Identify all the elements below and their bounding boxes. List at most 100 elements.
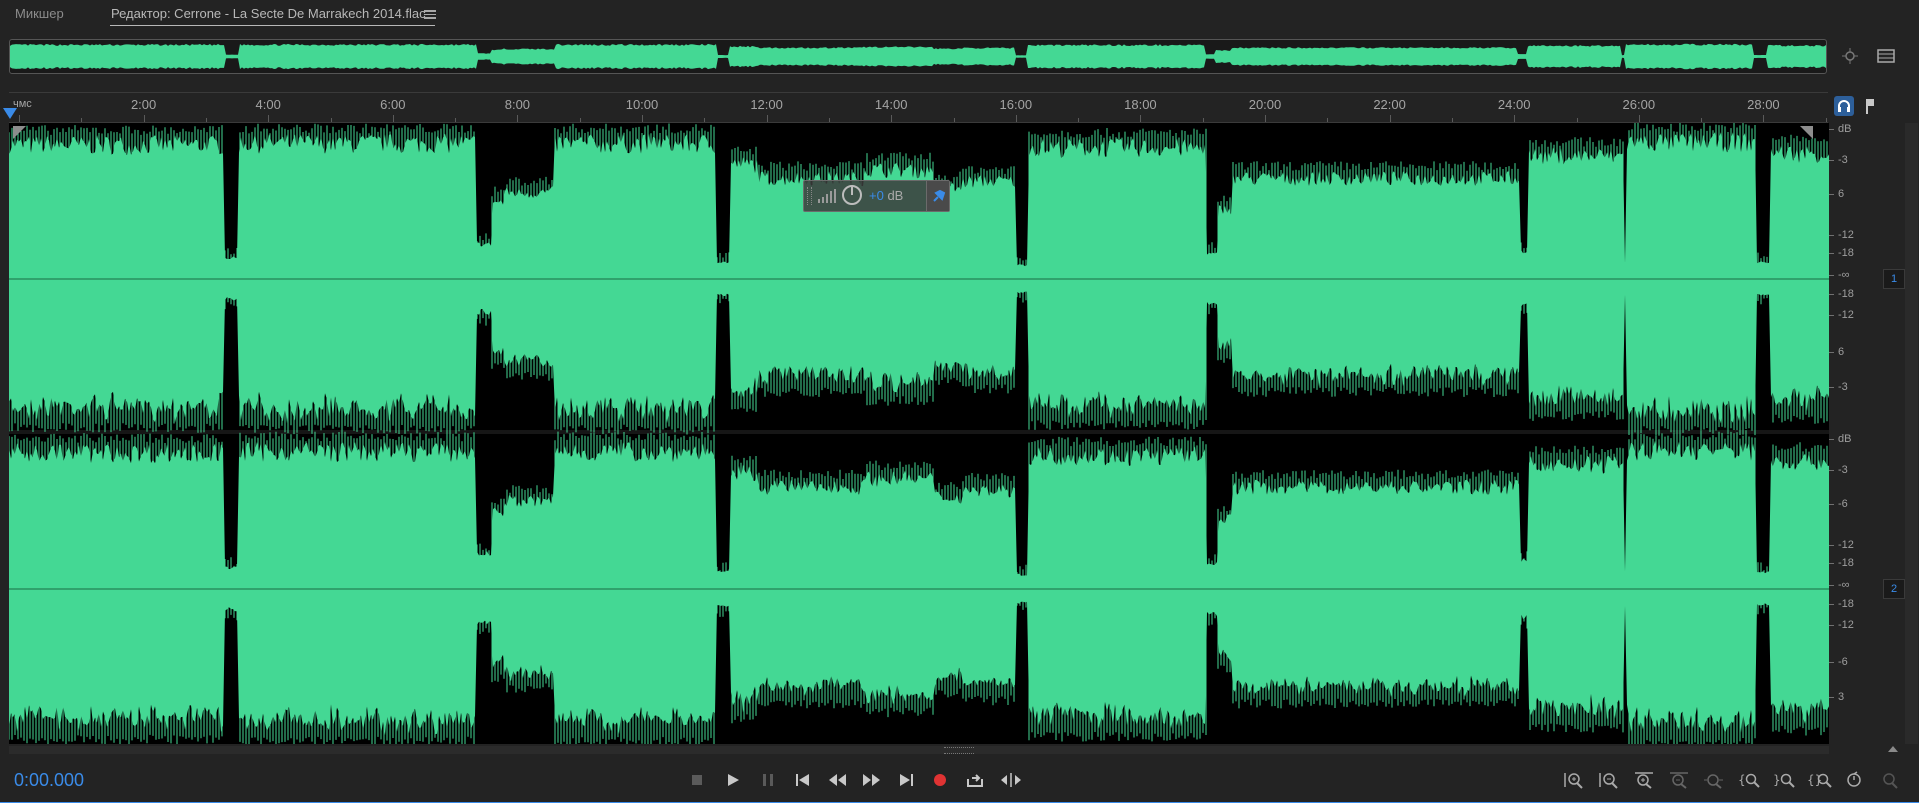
ruler-tick-label: 22:00 [1373, 97, 1406, 112]
zoom-reset-button[interactable] [1842, 769, 1868, 791]
zoom-in-time-icon [1635, 772, 1653, 789]
skip-selection-icon [1001, 773, 1021, 787]
channel-1-toggle[interactable]: 1 [1883, 269, 1905, 289]
transport-bar: 0:00.000 { } {} [0, 760, 1919, 803]
ruler-minor-tick [143, 115, 145, 122]
ruler-minor-tick [953, 118, 955, 122]
db-scale-tick [1829, 625, 1834, 627]
tab-editor[interactable]: Редактор: Cerrone - La Secte De Marrakec… [111, 6, 426, 21]
ruler-minor-tick [1763, 115, 1765, 122]
overview-waveform-graphic [10, 43, 1826, 70]
playhead-marker[interactable] [3, 108, 17, 119]
ruler-minor-tick [579, 118, 581, 122]
zoom-in-amplitude-icon [1564, 773, 1583, 789]
record-icon [934, 774, 946, 786]
marker-pin-icon[interactable] [1860, 96, 1880, 116]
skip-to-end-button[interactable] [893, 769, 919, 791]
db-scale-tick [1829, 352, 1834, 354]
ruler-minor-tick [517, 115, 519, 122]
horizontal-scrollbar[interactable] [9, 746, 1829, 754]
ruler-minor-tick [1265, 115, 1266, 122]
ruler-minor-tick [704, 118, 706, 122]
ruler-minor-tick [1638, 115, 1640, 122]
zoom-selection-icon [1704, 774, 1723, 789]
ruler-minor-tick [1202, 118, 1204, 122]
stop-button[interactable] [684, 769, 710, 791]
rewind-icon [829, 774, 846, 786]
ruler-tick-label: 18:00 [1124, 97, 1157, 112]
vertical-scrollbar[interactable] [1905, 123, 1918, 744]
ruler-tick-label: 24:00 [1497, 97, 1531, 112]
zoom-out-point-button[interactable]: } [1772, 769, 1798, 791]
ruler-minor-tick [1825, 118, 1827, 122]
tab-menu-icon[interactable] [424, 8, 436, 20]
zoom-out-amplitude-button[interactable] [1596, 769, 1622, 791]
db-scale-tick [1829, 563, 1834, 565]
zoom-out-time-button[interactable] [1666, 769, 1692, 791]
hud-grip-icon[interactable] [807, 187, 812, 205]
db-scale-label: -∞ [1838, 578, 1850, 591]
overview-waveform[interactable] [9, 39, 1827, 74]
ruler-tick-label: 10:00 [625, 97, 659, 112]
fade-out-handle[interactable] [1800, 126, 1813, 139]
ruler-minor-tick [1327, 118, 1329, 122]
waveform-editor[interactable] [9, 123, 1829, 744]
zoom-selection-button[interactable] [1701, 769, 1727, 791]
pause-button[interactable] [755, 769, 781, 791]
ruler-minor-tick [1514, 115, 1516, 122]
db-scale-tick [1829, 194, 1834, 196]
zoom-out-time-icon [1670, 772, 1688, 789]
db-scale-label: -12 [1838, 538, 1854, 551]
play-button[interactable] [720, 769, 746, 791]
db-scale-tick [1829, 160, 1834, 162]
skip-to-end-icon [900, 774, 913, 786]
db-scale-tick [1829, 386, 1834, 388]
pin-hud-icon[interactable] [926, 181, 949, 211]
fade-in-handle[interactable] [13, 126, 26, 139]
channel-2-toggle[interactable]: 2 [1883, 579, 1905, 599]
scroll-up-icon[interactable] [1888, 746, 1898, 752]
fast-forward-button[interactable] [858, 769, 884, 791]
tab-bar: Микшер Редактор: Cerrone - La Secte De M… [0, 0, 1919, 30]
rewind-button[interactable] [825, 769, 851, 791]
zoom-full-button[interactable]: {} [1807, 769, 1833, 791]
scroll-grip-icon[interactable] [944, 747, 974, 754]
skip-to-start-icon [796, 774, 809, 786]
tab-mixer[interactable]: Микшер [15, 6, 64, 21]
db-scale-tick [1829, 544, 1834, 546]
db-scale-label: -6 [1838, 656, 1848, 669]
db-scale-tick [1829, 129, 1834, 131]
zoom-navigator-icon[interactable] [1840, 47, 1860, 65]
ruler-minor-tick [455, 118, 457, 122]
skip-to-start-button[interactable] [790, 769, 816, 791]
db-scale-tick [1829, 439, 1834, 441]
skip-selection-button[interactable] [998, 769, 1024, 791]
db-scale-tick [1829, 234, 1834, 236]
db-scale-label: -12 [1838, 228, 1854, 241]
db-scale-tick [1829, 504, 1834, 506]
record-button[interactable] [927, 769, 953, 791]
ruler-tick-label: 14:00 [874, 97, 908, 112]
loop-button[interactable] [962, 769, 988, 791]
list-view-icon[interactable] [1876, 47, 1896, 65]
zoom-out-point-icon: } [1773, 773, 1795, 788]
zoom-in-point-icon: { [1738, 773, 1760, 788]
zoom-in-point-button[interactable]: { [1737, 769, 1763, 791]
hud-volume-value: +0 dB [869, 188, 903, 203]
monitor-headphone-icon[interactable] [1834, 96, 1854, 116]
ruler-tick-label: 8:00 [504, 97, 531, 112]
zoom-in-amplitude-button[interactable] [1561, 769, 1587, 791]
ruler-minor-tick [642, 115, 643, 122]
current-time-display[interactable]: 0:00.000 [14, 770, 84, 791]
zoom-extra-button[interactable] [1877, 769, 1903, 791]
db-scale-label: dB [1838, 123, 1852, 136]
amplitude-scale[interactable]: dB -3 6 -12 -18 -∞ -18 -12 6 -3 dB -3 -6 -12 -18 -∞ -18 -… [1829, 123, 1889, 744]
volume-knob[interactable] [842, 185, 862, 205]
pause-icon [763, 774, 773, 786]
zoom-in-time-button[interactable] [1631, 769, 1657, 791]
ruler-tick-label: 28:00 [1747, 97, 1780, 112]
db-scale-label: 6 [1838, 188, 1845, 201]
time-ruler[interactable]: чмс 2:00 4:00 6:00 8:00 10:00 12:00 14:00 16:00… [9, 92, 1828, 123]
ruler-tick-label: 12:00 [750, 97, 783, 112]
db-scale-tick [1829, 696, 1834, 698]
